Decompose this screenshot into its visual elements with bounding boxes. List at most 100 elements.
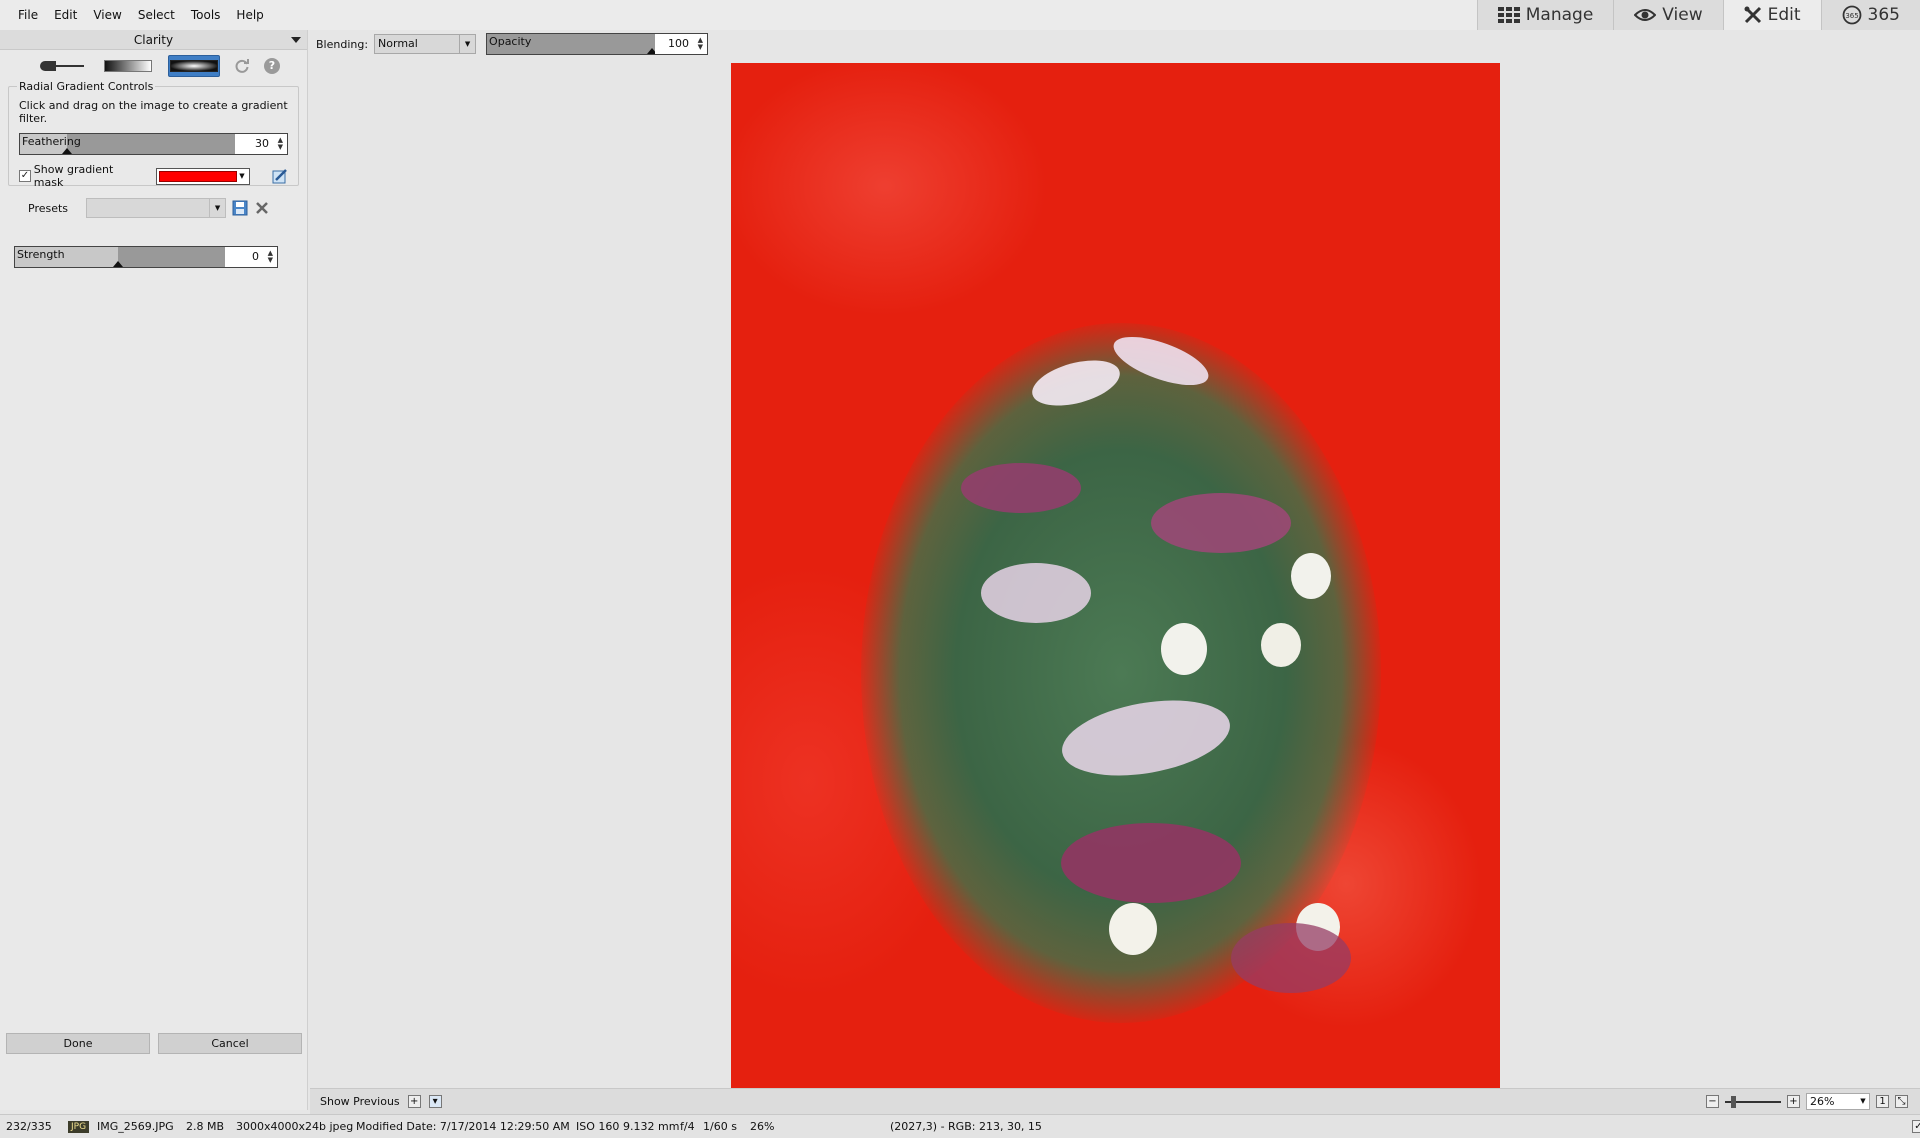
done-button[interactable]: Done — [6, 1033, 150, 1054]
delete-preset-icon[interactable] — [254, 200, 270, 216]
photo[interactable] — [731, 63, 1500, 1089]
blending-value: Normal — [378, 37, 418, 50]
strength-slider[interactable]: Strength 0 ▲ ▼ — [14, 246, 278, 268]
cancel-button[interactable]: Cancel — [158, 1033, 302, 1054]
menu-tools[interactable]: Tools — [183, 0, 229, 30]
fit-to-window-icon[interactable]: ⤡ — [1895, 1095, 1908, 1108]
menu-bar: File Edit View Select Tools Help Manage … — [0, 0, 1920, 30]
opacity-slider[interactable]: Opacity 100 ▲ ▼ — [486, 33, 709, 55]
strength-value: 0 — [252, 250, 259, 263]
menu-view[interactable]: View — [85, 0, 129, 30]
actual-size-icon[interactable]: 1 — [1876, 1095, 1889, 1108]
strength-thumb[interactable] — [112, 261, 123, 267]
feathering-thumb[interactable] — [62, 148, 73, 154]
flower-petal — [1231, 923, 1351, 993]
format-badge: JPG — [68, 1120, 90, 1133]
presets-row: Presets ▼ — [28, 198, 307, 218]
before-after-icon[interactable]: ▾ — [428, 1095, 442, 1108]
blending-label: Blending: — [316, 37, 369, 51]
menu-select[interactable]: Select — [130, 0, 183, 30]
flower-petal — [961, 463, 1081, 513]
radial-gradient-button[interactable] — [168, 55, 220, 77]
show-mask-row: ✓ Show gradient mask ▼ — [19, 163, 288, 189]
iso: ISO 160 — [576, 1120, 620, 1133]
brush-tool-button[interactable] — [36, 55, 88, 77]
tab-edit[interactable]: Edit — [1722, 0, 1821, 30]
help-icon[interactable]: ? — [264, 58, 280, 74]
blend-toolbar: Blending: Normal ▼ Opacity 100 ▲ ▼ — [310, 30, 709, 58]
flower-bud — [1161, 623, 1207, 675]
save-preset-icon[interactable] — [232, 200, 248, 216]
view-bottom-bar: Show Previous + ▾ − + 26% ▼ 1 ⤡ — [310, 1088, 1920, 1114]
grid-icon — [1497, 7, 1520, 23]
menu-file[interactable]: File — [10, 0, 46, 30]
tab-365[interactable]: 365 365 — [1820, 0, 1920, 30]
eye-icon — [1634, 9, 1657, 21]
strength-label: Strength — [17, 248, 65, 261]
show-mask-label: Show gradient mask — [33, 163, 114, 189]
menu-items: File Edit View Select Tools Help — [0, 0, 272, 30]
group-title: Radial Gradient Controls — [17, 80, 156, 93]
spinner-icon[interactable]: ▲ ▼ — [268, 250, 273, 264]
menu-edit[interactable]: Edit — [46, 0, 85, 30]
filename: IMG_2569.JPG — [97, 1120, 174, 1133]
flower-petal — [1061, 823, 1241, 903]
blending-dropdown[interactable]: Normal ▼ — [374, 34, 477, 54]
tab-view[interactable]: View — [1613, 0, 1723, 30]
zoom-level: 26% — [750, 1120, 775, 1133]
radial-gradient-icon — [170, 60, 218, 72]
group-description: Click and drag on the image to create a … — [19, 99, 288, 125]
clarity-panel: Clarity ? Radial Gradient Controls Click… — [0, 30, 308, 1110]
show-mask-checkbox[interactable]: ✓ — [19, 170, 31, 182]
zoom-in-icon[interactable]: + — [1787, 1095, 1800, 1108]
opacity-value: 100 — [668, 37, 690, 50]
check-icon[interactable]: ✓ — [1912, 1120, 1920, 1133]
presets-label: Presets — [28, 201, 69, 215]
opacity-track[interactable]: Opacity — [487, 34, 657, 54]
tab-manage[interactable]: Manage — [1476, 0, 1614, 30]
zoom-out-icon[interactable]: − — [1706, 1095, 1719, 1108]
strength-value-field[interactable]: 0 ▲ ▼ — [225, 247, 277, 267]
tool-row: ? — [0, 50, 307, 82]
mode-tabs: Manage View Edit 365 365 — [1476, 0, 1920, 30]
presets-dropdown[interactable]: ▼ — [86, 198, 227, 218]
dimensions: 3000x4000x24b jpeg — [236, 1120, 354, 1133]
compare-icon[interactable]: + — [407, 1095, 421, 1108]
image-index: 232/335 — [6, 1120, 52, 1133]
opacity-value-field[interactable]: 100 ▲ ▼ — [655, 34, 708, 54]
chevron-down-icon: ▼ — [239, 172, 245, 180]
flower-bud — [1109, 903, 1157, 955]
strength-track[interactable]: Strength — [15, 247, 225, 267]
chevron-down-icon[interactable] — [291, 37, 301, 43]
spinner-icon[interactable]: ▲ ▼ — [278, 137, 283, 151]
tools-icon — [1744, 6, 1761, 24]
brush-mask-icon[interactable] — [272, 168, 288, 184]
feathering-slider[interactable]: Feathering 30 ▲ ▼ — [19, 133, 288, 155]
feathering-value-field[interactable]: 30 ▲ ▼ — [235, 134, 287, 154]
mask-color-picker[interactable]: ▼ — [155, 167, 250, 185]
focal-length: 9.132 mm — [623, 1120, 680, 1133]
flower-bud — [1261, 623, 1301, 667]
panel-header[interactable]: Clarity — [0, 30, 307, 50]
show-previous-button[interactable]: Show Previous — [320, 1095, 400, 1108]
tab-365-label: 365 — [1867, 5, 1900, 25]
zoom-dropdown[interactable]: 26% ▼ — [1806, 1093, 1870, 1110]
menu-help[interactable]: Help — [228, 0, 271, 30]
spinner-icon[interactable]: ▲ ▼ — [698, 37, 703, 51]
zoom-slider[interactable] — [1725, 1095, 1781, 1108]
image-canvas[interactable] — [310, 58, 1920, 1089]
chevron-down-icon: ▼ — [209, 199, 225, 217]
status-bar: 232/335 JPG IMG_2569.JPG 2.8 MB 3000x400… — [0, 1114, 1920, 1138]
tab-edit-label: Edit — [1767, 5, 1801, 25]
feathering-track[interactable]: Feathering — [20, 134, 235, 154]
radial-gradient-controls: Radial Gradient Controls Click and drag … — [8, 80, 299, 189]
feathering-value: 30 — [255, 137, 269, 150]
linear-gradient-icon — [104, 60, 152, 72]
pixel-info: (2027,3) - RGB: 213, 30, 15 — [890, 1120, 1042, 1133]
linear-gradient-button[interactable] — [102, 55, 154, 77]
tab-view-label: View — [1662, 5, 1703, 25]
refresh-icon[interactable] — [234, 58, 250, 74]
filesize: 2.8 MB — [186, 1120, 225, 1133]
tab-manage-label: Manage — [1525, 5, 1594, 25]
feathering-label: Feathering — [22, 135, 81, 148]
